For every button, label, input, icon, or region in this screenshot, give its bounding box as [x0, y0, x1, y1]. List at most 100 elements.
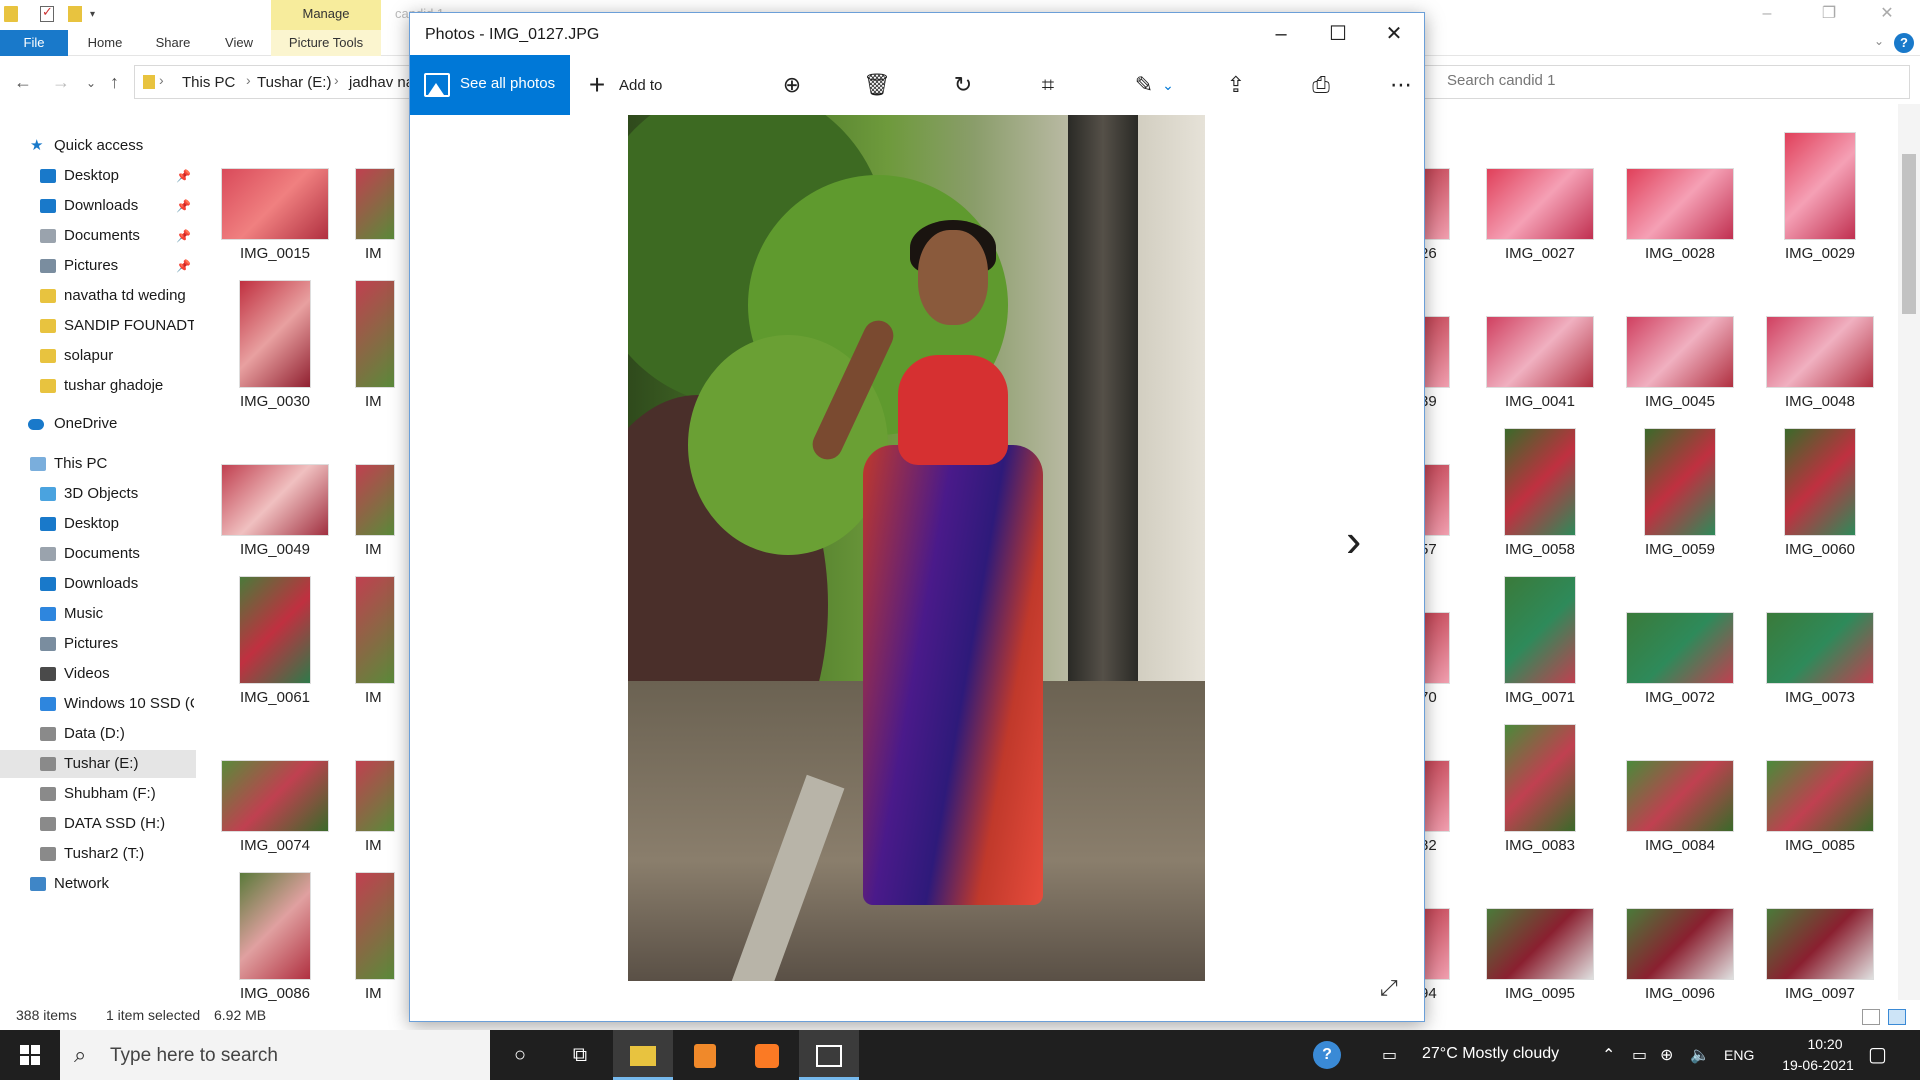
- nav-pc-item[interactable]: Downloads: [0, 570, 196, 598]
- task-view-icon[interactable]: ⧉: [550, 1030, 610, 1080]
- tab-share[interactable]: Share: [148, 30, 198, 56]
- file-tile[interactable]: IMG_0083: [1470, 714, 1610, 862]
- battery-icon[interactable]: ▭: [1632, 1045, 1647, 1065]
- file-tile[interactable]: 26: [1420, 122, 1460, 270]
- photos-taskbar-icon[interactable]: [799, 1030, 859, 1080]
- nav-quick-item[interactable]: navatha td weding: [0, 282, 196, 310]
- file-tile[interactable]: IMG_0029: [1750, 122, 1890, 270]
- start-button[interactable]: [0, 1030, 60, 1080]
- nav-quick-item[interactable]: solapur: [0, 342, 196, 370]
- vertical-scrollbar[interactable]: [1898, 104, 1920, 1000]
- close-button[interactable]: ✕: [1864, 0, 1910, 30]
- file-tile[interactable]: IMG_0096: [1610, 862, 1750, 1004]
- help-tray-icon[interactable]: ?: [1313, 1041, 1341, 1069]
- nav-quick-item[interactable]: Pictures 📌: [0, 252, 196, 280]
- add-to-button[interactable]: Add to: [619, 77, 662, 94]
- clock-date[interactable]: 19-06-2021: [1768, 1057, 1868, 1073]
- delete-icon[interactable]: 🗑: [857, 67, 897, 103]
- nav-quick-item[interactable]: Desktop 📌: [0, 162, 196, 190]
- nav-pc-item[interactable]: Pictures: [0, 630, 196, 658]
- nav-pc-item[interactable]: Windows 10 SSD (C: [0, 690, 196, 718]
- file-tile[interactable]: IMG_0048: [1750, 270, 1890, 418]
- file-tile[interactable]: IM: [345, 270, 405, 418]
- details-view-icon[interactable]: [1862, 1009, 1880, 1025]
- nav-quick-access[interactable]: ★ Quick access: [0, 132, 196, 160]
- chevron-up-icon[interactable]: ⌃: [1602, 1045, 1615, 1065]
- file-tile[interactable]: IMG_0049: [205, 418, 345, 566]
- new-folder-icon[interactable]: [68, 6, 82, 22]
- close-button[interactable]: ✕: [1366, 17, 1422, 53]
- breadcrumb-this-pc[interactable]: This PC: [182, 74, 235, 91]
- language-indicator[interactable]: ENG: [1724, 1047, 1754, 1063]
- breadcrumb-drive[interactable]: Tushar (E:): [257, 74, 331, 91]
- file-tile[interactable]: IMG_0058: [1470, 418, 1610, 566]
- displayed-photo[interactable]: [628, 115, 1205, 981]
- file-tile[interactable]: 39: [1420, 270, 1460, 418]
- see-all-photos-button[interactable]: See all photos: [410, 55, 570, 115]
- properties-icon[interactable]: [40, 4, 54, 22]
- minimize-button[interactable]: –: [1744, 0, 1790, 30]
- file-tile[interactable]: 82: [1420, 714, 1460, 862]
- file-explorer-taskbar-icon[interactable]: [613, 1030, 673, 1080]
- file-tile[interactable]: IMG_0086: [205, 862, 345, 1004]
- file-tile[interactable]: IM: [345, 862, 405, 1004]
- file-tile[interactable]: IMG_0085: [1750, 714, 1890, 862]
- restore-button[interactable]: ❐: [1806, 0, 1852, 30]
- nav-quick-item[interactable]: Documents 📌: [0, 222, 196, 250]
- rotate-icon[interactable]: ↻: [943, 67, 983, 103]
- add-icon[interactable]: +: [582, 67, 612, 103]
- more-options-icon[interactable]: ⋯: [1386, 67, 1416, 103]
- file-tile[interactable]: IMG_0030: [205, 270, 345, 418]
- nav-pc-item[interactable]: 3D Objects: [0, 480, 196, 508]
- up-icon[interactable]: ↑: [110, 72, 119, 93]
- nav-pc-item[interactable]: Documents: [0, 540, 196, 568]
- back-icon[interactable]: ←: [14, 72, 32, 93]
- file-tile[interactable]: IMG_0074: [205, 714, 345, 862]
- maximize-button[interactable]: ☐: [1310, 17, 1366, 53]
- file-tile[interactable]: IMG_0073: [1750, 566, 1890, 714]
- nav-pc-item[interactable]: Desktop: [0, 510, 196, 538]
- tab-home[interactable]: Home: [80, 30, 130, 56]
- nav-pc-item[interactable]: Tushar2 (T:): [0, 840, 196, 868]
- file-tile[interactable]: IMG_0028: [1610, 122, 1750, 270]
- zoom-in-icon[interactable]: ⊕: [772, 67, 812, 103]
- tab-file[interactable]: File: [0, 30, 68, 56]
- tab-view[interactable]: View: [214, 30, 264, 56]
- crop-icon[interactable]: ⌗: [1028, 67, 1068, 103]
- weather-text[interactable]: 27°C Mostly cloudy: [1422, 1045, 1559, 1063]
- address-bar[interactable]: › This PC › Tushar (E:) › jadhav na: [134, 65, 424, 99]
- help-icon[interactable]: ?: [1894, 33, 1914, 53]
- clock-time[interactable]: 10:20: [1790, 1036, 1860, 1052]
- nav-network[interactable]: Network: [0, 870, 196, 898]
- share-icon[interactable]: ⇪: [1216, 67, 1256, 103]
- nav-this-pc[interactable]: This PC: [0, 450, 196, 478]
- file-tile[interactable]: IMG_0084: [1610, 714, 1750, 862]
- network-tray-icon[interactable]: ⊕: [1660, 1045, 1673, 1065]
- nav-pc-item[interactable]: Videos: [0, 660, 196, 688]
- file-tile[interactable]: IMG_0095: [1470, 862, 1610, 1004]
- print-icon[interactable]: ⎙: [1301, 67, 1341, 103]
- nav-quick-item[interactable]: SANDIP FOUNADTIO: [0, 312, 196, 340]
- file-tile[interactable]: IMG_0061: [205, 566, 345, 714]
- file-tile[interactable]: IMG_0045: [1610, 270, 1750, 418]
- file-tile[interactable]: IMG_0071: [1470, 566, 1610, 714]
- minimize-button[interactable]: –: [1253, 17, 1309, 53]
- chevron-down-icon[interactable]: ▾: [90, 9, 104, 25]
- scrollbar-thumb[interactable]: [1902, 154, 1916, 314]
- breadcrumb-folder[interactable]: jadhav na: [349, 74, 414, 91]
- taskbar-search-box[interactable]: ⌕ Type here to search: [60, 1030, 490, 1080]
- file-tile[interactable]: IMG_0072: [1610, 566, 1750, 714]
- xampp-taskbar-icon[interactable]: [737, 1030, 797, 1080]
- file-tile[interactable]: IMG_0015: [205, 122, 345, 270]
- file-tile[interactable]: IM: [345, 566, 405, 714]
- next-photo-arrow-icon[interactable]: ›: [1346, 513, 1361, 567]
- weather-icon[interactable]: ▭: [1382, 1045, 1397, 1065]
- recent-locations-icon[interactable]: ⌄: [86, 76, 96, 90]
- file-tile[interactable]: IMG_0097: [1750, 862, 1890, 1004]
- nav-onedrive[interactable]: OneDrive: [0, 410, 196, 438]
- file-tile[interactable]: IMG_0041: [1470, 270, 1610, 418]
- file-tile[interactable]: IMG_0060: [1750, 418, 1890, 566]
- file-tile[interactable]: IM: [345, 122, 405, 270]
- expand-ribbon-icon[interactable]: ⌄: [1874, 34, 1884, 48]
- nav-pc-item[interactable]: Shubham (F:): [0, 780, 196, 808]
